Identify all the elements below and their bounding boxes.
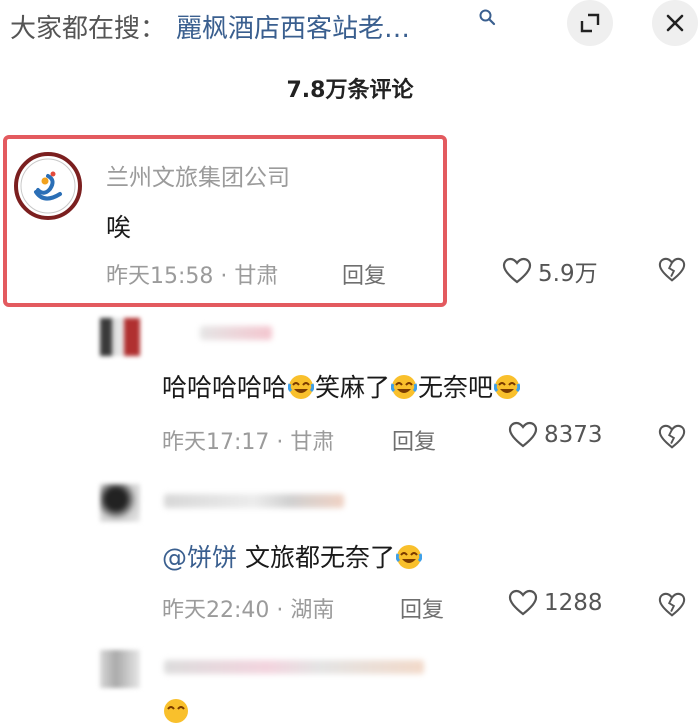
reply-text-part: 文旅都无奈了 xyxy=(244,543,395,572)
heart-icon xyxy=(502,257,532,284)
like-button[interactable]: 5.9万 xyxy=(502,254,598,288)
reply-meta: 昨天17:17 · 甘肃 xyxy=(162,424,334,456)
laughing-crying-emoji xyxy=(164,699,188,723)
avatar[interactable] xyxy=(14,152,82,220)
avatar[interactable] xyxy=(100,318,140,356)
reply-text: @饼饼 文旅都无奈了 xyxy=(162,538,423,574)
resize-button[interactable] xyxy=(567,0,613,46)
reply-text-part: 笑麻了 xyxy=(315,373,391,402)
comment-count: 7.8万条评论 xyxy=(286,78,414,103)
close-button[interactable] xyxy=(652,0,698,46)
blurred-username[interactable] xyxy=(200,326,272,340)
reply-text-part: 哈哈哈哈哈 xyxy=(162,373,288,402)
reply-location: 甘肃 xyxy=(290,430,335,455)
comment-time: 昨天15:58 xyxy=(106,264,214,289)
reply-text-part: 无奈吧 xyxy=(418,373,494,402)
avatar[interactable] xyxy=(100,650,140,688)
broken-heart-icon[interactable] xyxy=(658,423,686,451)
like-count: 8373 xyxy=(544,422,603,448)
resize-icon xyxy=(580,13,600,33)
wenlv-logo-icon xyxy=(20,158,76,214)
meta-separator: · xyxy=(276,598,284,623)
like-count: 1288 xyxy=(544,590,603,616)
like-button[interactable]: 8373 xyxy=(508,421,603,449)
mention-link[interactable]: @饼饼 xyxy=(162,543,237,572)
laughing-crying-emoji xyxy=(494,375,521,399)
meta-separator: · xyxy=(276,430,284,455)
close-icon xyxy=(666,14,684,32)
laughing-crying-emoji xyxy=(395,545,422,569)
comment-text: 唉 xyxy=(106,213,132,242)
search-prefix: 大家都在搜： xyxy=(10,14,167,44)
reply-meta: 昨天22:40 · 湖南 xyxy=(162,592,334,624)
meta-separator: · xyxy=(220,264,228,289)
blurred-username[interactable] xyxy=(164,660,424,674)
blurred-username[interactable] xyxy=(164,494,344,508)
reply-button[interactable]: 回复 xyxy=(400,592,444,624)
broken-heart-icon[interactable] xyxy=(658,591,686,619)
search-icon[interactable] xyxy=(478,8,496,26)
reply-location: 湖南 xyxy=(290,598,335,623)
comment-meta: 昨天15:58 · 甘肃 xyxy=(106,258,278,290)
comment-location: 甘肃 xyxy=(234,264,279,289)
search-query-link[interactable]: 麗枫酒店西客站老… xyxy=(176,8,410,45)
reply-time: 昨天17:17 xyxy=(162,430,270,455)
reply-button[interactable]: 回复 xyxy=(342,258,386,290)
reply-button[interactable]: 回复 xyxy=(392,424,436,456)
avatar[interactable] xyxy=(100,484,140,522)
like-count: 5.9万 xyxy=(538,261,598,287)
reply-text: 哈哈哈哈哈 笑麻了 无奈吧 xyxy=(162,368,521,404)
reply-time: 昨天22:40 xyxy=(162,598,270,623)
like-button[interactable]: 1288 xyxy=(508,589,603,617)
broken-heart-icon[interactable] xyxy=(658,256,686,284)
laughing-crying-emoji xyxy=(288,375,315,399)
heart-icon xyxy=(508,421,538,448)
comment-username[interactable]: 兰州文旅集团公司 xyxy=(106,158,290,192)
heart-icon xyxy=(508,589,538,616)
laughing-crying-emoji xyxy=(391,375,418,399)
